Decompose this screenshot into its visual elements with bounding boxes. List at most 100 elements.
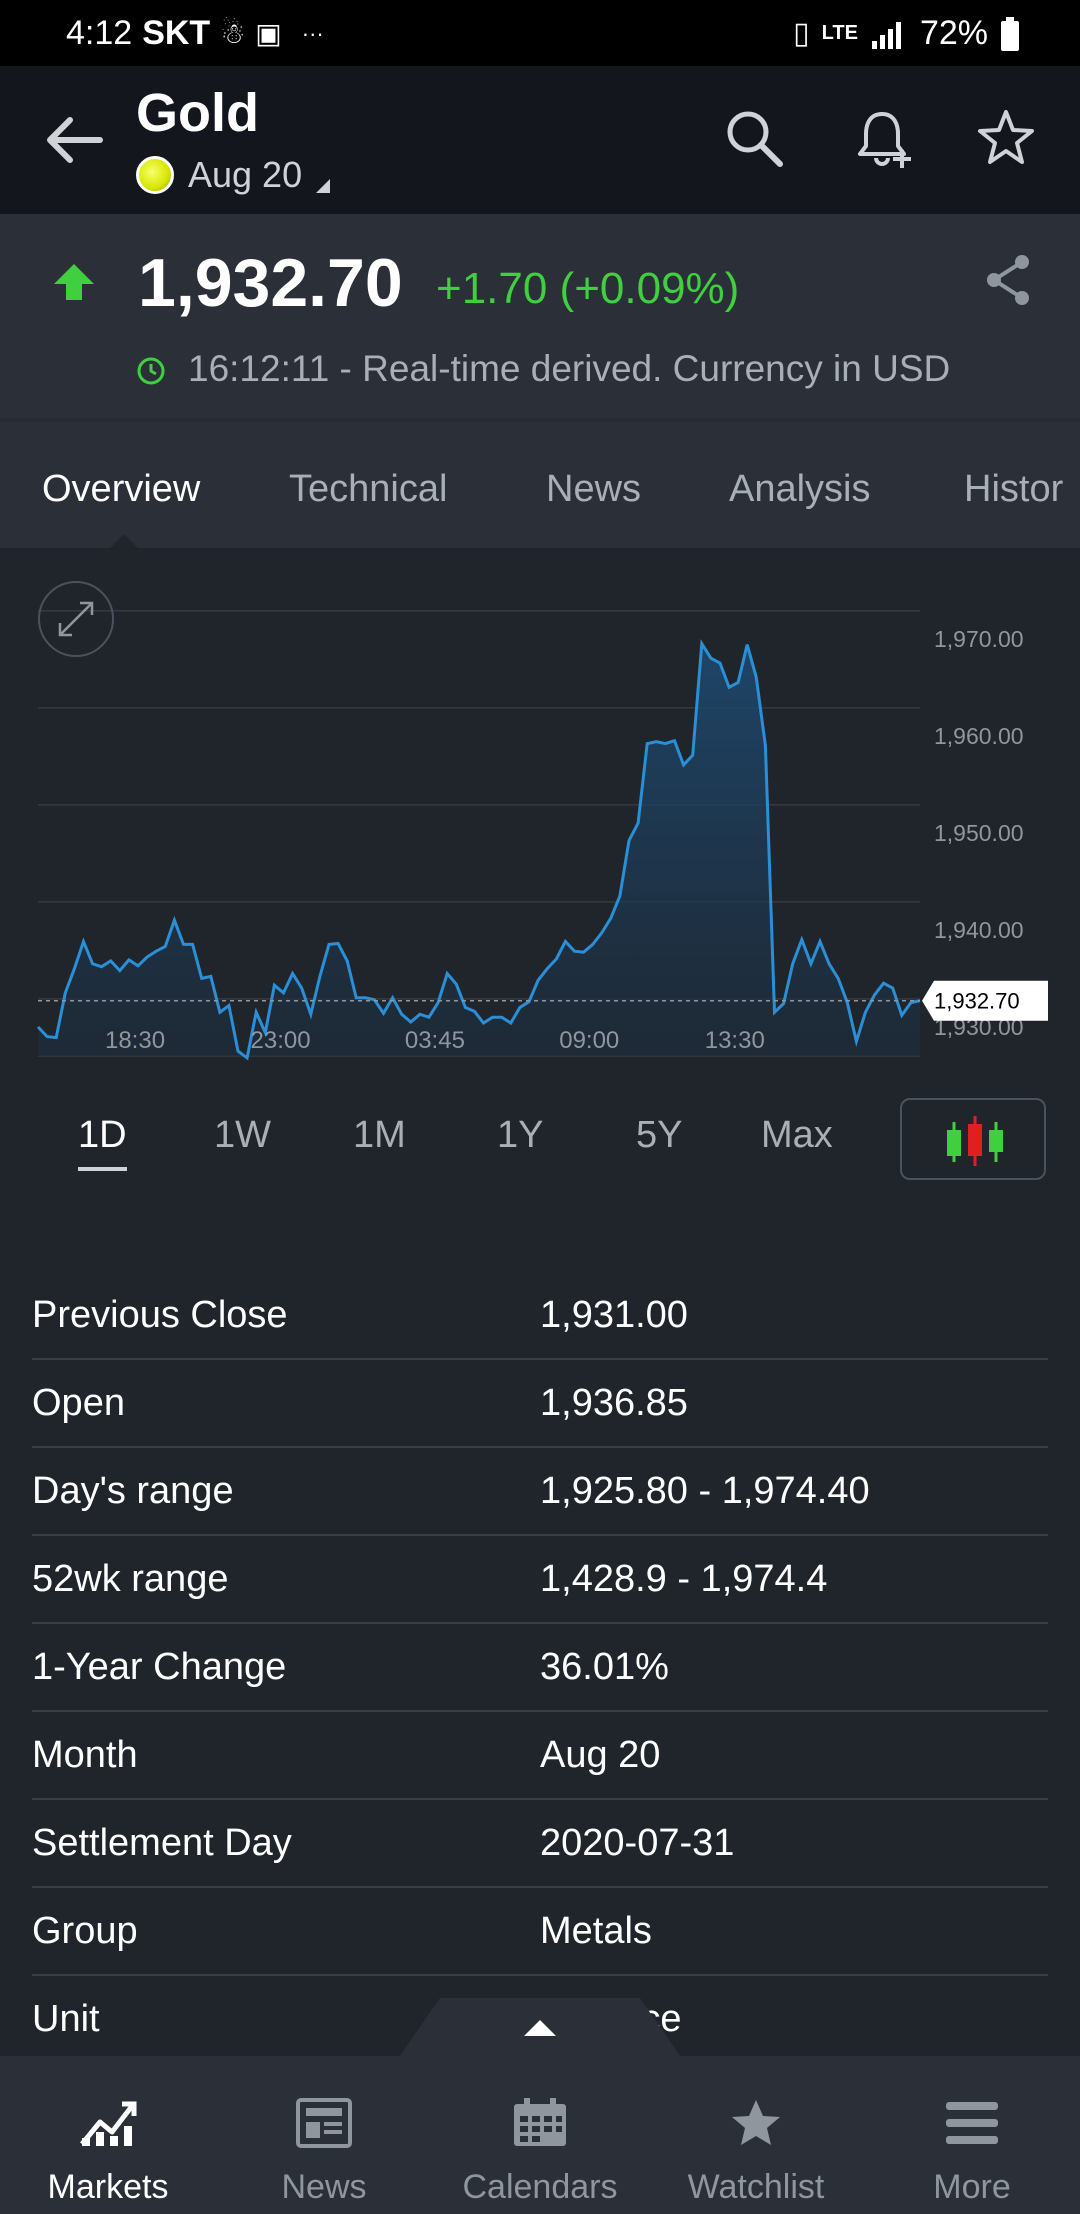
tab-news[interactable]: News [546, 468, 641, 511]
add-alert-icon[interactable] [852, 106, 916, 170]
newspaper-icon [296, 2098, 352, 2148]
contract-month: Aug 20 [188, 154, 303, 195]
fullscreen-button[interactable] [38, 581, 114, 657]
lte-icon: LTE [821, 22, 858, 44]
stats-row: 52wk range 1,428.9 - 1,974.4 [32, 1536, 1048, 1624]
x-tick-label: 18:30 [105, 1027, 165, 1054]
nav-calendars[interactable]: Calendars [432, 2056, 648, 2214]
nav-markets-label: Markets [47, 2168, 169, 2206]
contract-selector[interactable]: Aug 20 [136, 154, 331, 196]
nav-calendars-label: Calendars [462, 2168, 618, 2206]
price-area [38, 643, 920, 1058]
dropdown-triangle-icon [316, 179, 331, 193]
stat-label: Previous Close [32, 1294, 288, 1336]
candlestick-icon [947, 1116, 1003, 1166]
status-time: 4:12 [66, 14, 133, 52]
tab-overview[interactable]: Overview [42, 468, 200, 511]
range-5y[interactable]: 5Y [636, 1114, 682, 1157]
range-1w[interactable]: 1W [214, 1114, 271, 1157]
app-bar: Gold Aug 20 [0, 66, 1080, 214]
star-watchlist-icon[interactable] [974, 106, 1038, 170]
tab-technical[interactable]: Technical [289, 468, 447, 511]
instrument-title: Gold [136, 83, 259, 143]
nav-markets[interactable]: Markets [0, 2056, 216, 2214]
share-icon[interactable] [982, 252, 1034, 308]
up-arrow-icon [54, 264, 94, 300]
x-tick-label: 09:00 [559, 1027, 619, 1054]
notification-icon: ☃ [220, 18, 246, 49]
range-selector: 1D 1W 1M 1Y 5Y Max [0, 1098, 1080, 1182]
calendar-icon [514, 2098, 566, 2146]
stat-value: 1,936.85 [540, 1382, 688, 1424]
more-notifications-icon: ··· [301, 20, 324, 46]
active-tab-caret [110, 534, 138, 548]
menu-icon [946, 2102, 998, 2144]
last-price-tag: 1,932.70 [934, 989, 1020, 1014]
search-icon[interactable] [722, 106, 786, 170]
stats-row: Open 1,936.85 [32, 1360, 1048, 1448]
last-price-marker: 1,932.70 [922, 980, 1048, 1021]
stats-row: Previous Close 1,931.00 [32, 1272, 1048, 1360]
stat-value: 1,428.9 - 1,974.4 [540, 1558, 828, 1600]
star-icon [732, 2100, 780, 2145]
stat-label: Unit [32, 1998, 100, 2040]
stat-value: 2020-07-31 [540, 1822, 735, 1864]
y-tick-label: 1,970.00 [934, 626, 1024, 652]
chart-type-button[interactable] [900, 1098, 1046, 1180]
gallery-icon: ▣ [255, 18, 282, 49]
stats-row: Group Metals [32, 1888, 1048, 1976]
nav-news-label: News [281, 2168, 367, 2206]
y-tick-label: 1,940.00 [934, 917, 1024, 943]
overview-stats-table: Previous Close 1,931.00 Open 1,936.85 Day's … [32, 1272, 1048, 2064]
stat-label: Day's range [32, 1470, 234, 1512]
battery-percent: 72% [919, 14, 988, 52]
stats-row: Month Aug 20 [32, 1712, 1048, 1800]
stats-row: Day's range 1,925.80 - 1,974.40 [32, 1448, 1048, 1536]
range-max[interactable]: Max [761, 1114, 833, 1157]
expand-panel-tab[interactable] [400, 1998, 680, 2056]
nav-watchlist-label: Watchlist [687, 2168, 825, 2206]
quote-timestamp: 16:12:11 - Real-time derived. Currency i… [188, 348, 951, 389]
expand-icon [58, 601, 94, 637]
stat-label: Month [32, 1734, 138, 1776]
range-1m[interactable]: 1M [353, 1114, 406, 1157]
last-price: 1,932.70 [138, 245, 403, 321]
stat-value: 1,931.00 [540, 1294, 688, 1336]
y-tick-label: 1,950.00 [934, 820, 1024, 846]
battery-icon [1001, 16, 1019, 51]
quote-panel: 1,932.70 +1.70 (+0.09%) 16:12:11 - Real-… [0, 214, 1080, 418]
stat-value: Aug 20 [540, 1734, 661, 1776]
stat-label: 52wk range [32, 1558, 229, 1600]
carrier-label: SKT [142, 14, 211, 52]
stats-row: 1-Year Change 36.01% [32, 1624, 1048, 1712]
clock-icon [137, 357, 165, 385]
vibrate-icon: ▯ [793, 17, 810, 50]
stat-value: Metals [540, 1910, 652, 1952]
nav-more-label: More [933, 2168, 1011, 2206]
price-change: +1.70 (+0.09%) [436, 264, 740, 313]
x-tick-label: 23:00 [251, 1027, 311, 1054]
signal-icon [871, 21, 901, 49]
stat-label: Settlement Day [32, 1822, 292, 1864]
nav-more[interactable]: More [864, 2056, 1080, 2214]
x-tick-label: 13:30 [705, 1027, 765, 1054]
stat-label: Open [32, 1382, 125, 1424]
nav-watchlist[interactable]: Watchlist [648, 2056, 864, 2214]
tab-historical[interactable]: Histor [964, 468, 1063, 511]
nav-news[interactable]: News [216, 2056, 432, 2214]
range-1d[interactable]: 1D [78, 1114, 127, 1171]
back-arrow-icon[interactable] [40, 110, 110, 170]
tab-analysis[interactable]: Analysis [729, 468, 871, 511]
stats-row: Settlement Day 2020-07-31 [32, 1800, 1048, 1888]
stat-label: 1-Year Change [32, 1646, 287, 1688]
stat-value: 36.01% [540, 1646, 669, 1688]
stat-value: 1,925.80 - 1,974.40 [540, 1470, 870, 1512]
bottom-navigation: Markets News Calendars Watchlist More [0, 2056, 1080, 2214]
stat-label: Group [32, 1910, 138, 1952]
x-tick-label: 03:45 [405, 1027, 465, 1054]
status-bar: 4:12 SKT ☃ ▣ ··· ▯ LTE 72% [0, 0, 1080, 66]
range-1y[interactable]: 1Y [497, 1114, 543, 1157]
y-tick-label: 1,960.00 [934, 723, 1024, 749]
price-chart[interactable]: 1,970.001,960.001,950.001,940.001,930.00… [0, 548, 1080, 1068]
gold-coin-icon [136, 156, 174, 194]
